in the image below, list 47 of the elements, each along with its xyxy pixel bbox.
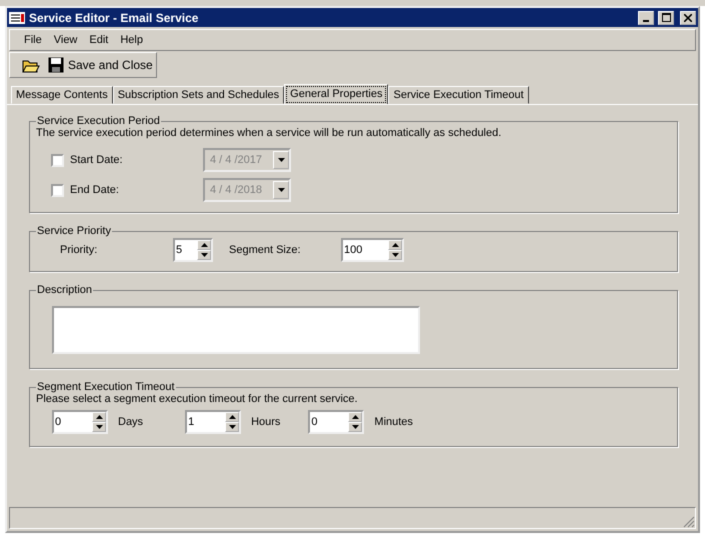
- up-arrow-icon: [200, 243, 208, 247]
- window-icon: [9, 10, 25, 24]
- unit-label: Hours: [251, 416, 280, 428]
- up-arrow-icon: [392, 243, 398, 247]
- window-title: Service Editor - Email Service: [29, 10, 200, 24]
- group-title: Description: [36, 284, 94, 296]
- menu-item[interactable]: File: [20, 32, 46, 48]
- spin-field[interactable]: 100: [341, 238, 404, 262]
- field-label: End Date:: [70, 184, 120, 196]
- down-arrow-icon: [278, 188, 284, 192]
- tab[interactable]: Subscription Sets and Schedules: [112, 86, 284, 104]
- description-text: The service execution period determines when a service will be run automatically as scheduled.: [36, 127, 502, 139]
- minimize-button[interactable]: [638, 10, 654, 24]
- group-title: Segment Execution Timeout: [36, 381, 176, 393]
- down-arrow-icon: [352, 425, 359, 429]
- down-arrow-icon: [200, 253, 208, 257]
- spin-field[interactable]: 1: [185, 410, 242, 434]
- spin-field[interactable]: 0: [308, 410, 364, 434]
- unit-label: Minutes: [374, 416, 413, 428]
- down-arrow-icon: [278, 158, 284, 162]
- menu-item[interactable]: View: [50, 32, 82, 48]
- tab[interactable]: Service Execution Timeout: [388, 86, 529, 104]
- minimize-icon: [643, 20, 649, 22]
- down-arrow-icon: [392, 253, 398, 257]
- description-field[interactable]: [52, 306, 420, 354]
- field-label: Segment Size:: [229, 244, 302, 256]
- spin-field[interactable]: 0: [52, 410, 108, 434]
- up-arrow-icon: [228, 415, 236, 419]
- unit-label: Days: [118, 416, 144, 428]
- maximize-button[interactable]: [658, 10, 674, 24]
- close-icon: [684, 14, 692, 22]
- menu-item[interactable]: Help: [116, 32, 147, 48]
- tab[interactable]: General Properties: [284, 84, 388, 105]
- spin-field[interactable]: 5: [173, 238, 213, 262]
- menu-item[interactable]: Edit: [85, 32, 112, 48]
- up-arrow-icon: [96, 415, 102, 419]
- group-title: Service Execution Period: [36, 115, 161, 127]
- tab[interactable]: Message Contents: [11, 86, 113, 104]
- maximize-icon: [662, 13, 670, 22]
- down-arrow-icon: [96, 425, 102, 429]
- description-text: Please select a segment execution timeout for the current service.: [36, 393, 359, 405]
- close-button[interactable]: [680, 10, 696, 24]
- group-title: Service Priority: [36, 225, 112, 237]
- field-label: Start Date:: [70, 154, 124, 166]
- down-arrow-icon: [228, 425, 236, 429]
- field-label: Priority:: [60, 244, 98, 256]
- up-arrow-icon: [352, 415, 359, 419]
